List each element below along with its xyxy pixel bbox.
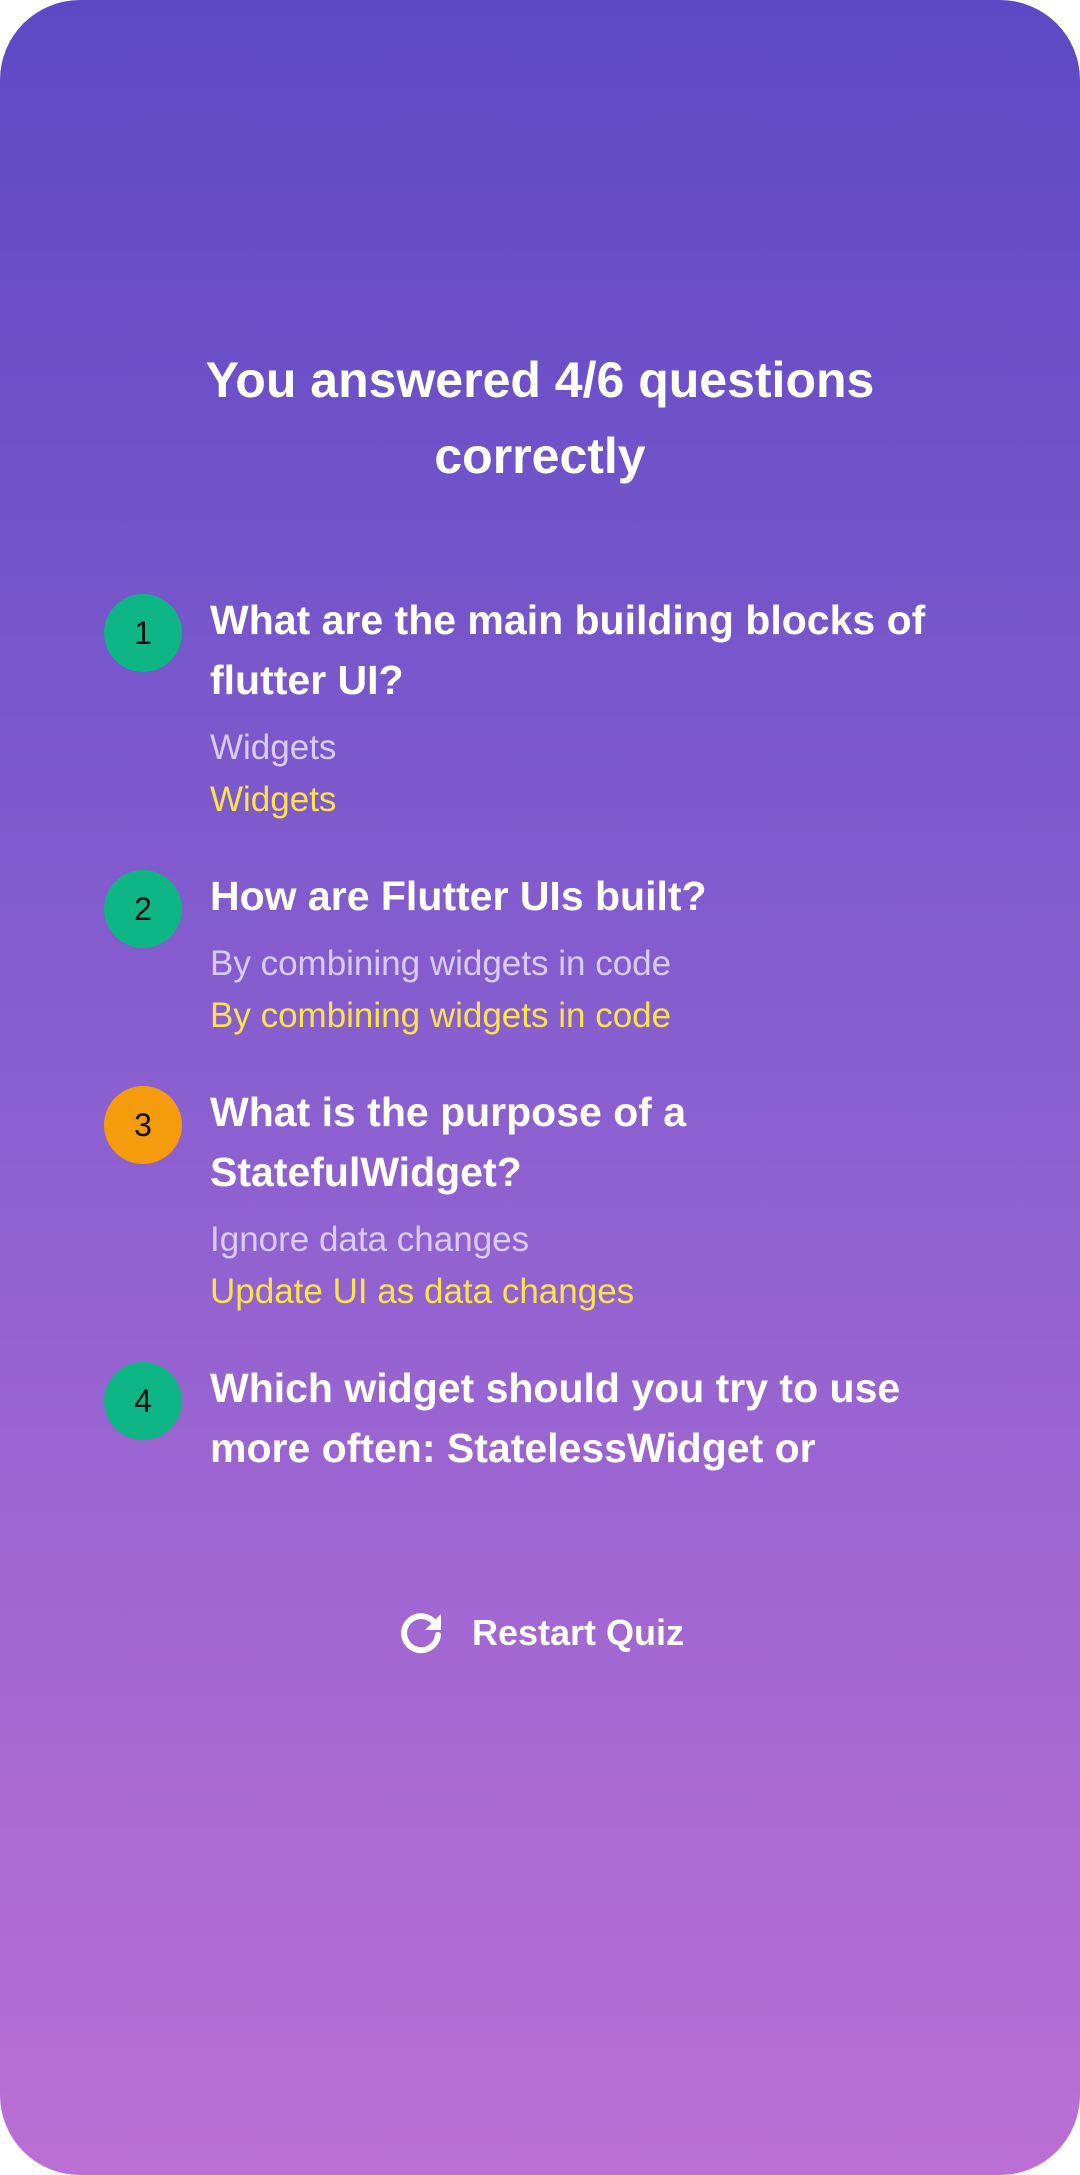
correct-answer: Update UI as data changes [210, 1272, 635, 1311]
user-answer: Ignore data changes [210, 1220, 530, 1259]
question-text: What is the purpose of a StatefulWidget? [210, 1089, 687, 1195]
user-answer: By combining widgets in code [210, 944, 672, 983]
summary-item: 1 What are the main building blocks of f… [104, 590, 964, 826]
correct-answer: By combining widgets in code [210, 996, 672, 1035]
restart-quiz-button[interactable]: Restart Quiz [390, 1598, 690, 1668]
summary-item: 3 What is the purpose of a StatefulWidge… [104, 1082, 964, 1318]
summary-item: 2 How are Flutter UIs built? By combinin… [104, 866, 964, 1042]
results-title: You answered 4/6 questions correctly [205, 352, 875, 484]
summary-item: 4 Which widget should you try to use mor… [104, 1358, 964, 1478]
question-number-badge: 3 [104, 1086, 182, 1164]
question-number-badge: 2 [104, 870, 182, 948]
question-text: What are the main building blocks of flu… [210, 597, 926, 703]
results-screen: You answered 4/6 questions correctly 1 W… [0, 0, 1080, 2175]
question-text: How are Flutter UIs built? [210, 873, 707, 919]
question-number-badge: 4 [104, 1362, 182, 1440]
restart-quiz-label: Restart Quiz [471, 1612, 685, 1653]
correct-answer: Widgets [210, 780, 337, 819]
question-text: Which widget should you try to use more … [210, 1365, 901, 1471]
user-answer: Widgets [210, 728, 337, 767]
refresh-icon [396, 1608, 446, 1658]
question-number-badge: 1 [104, 594, 182, 672]
questions-summary[interactable]: 1 What are the main building blocks of f… [104, 590, 964, 1500]
